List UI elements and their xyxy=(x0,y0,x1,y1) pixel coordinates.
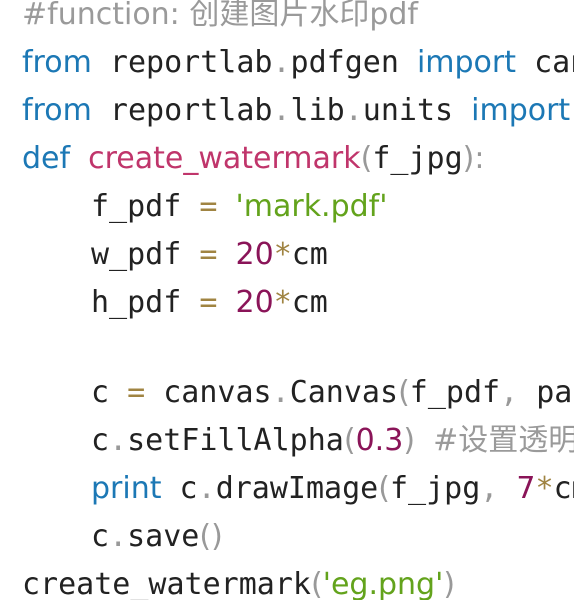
code-token: ( xyxy=(310,567,323,600)
code-token: 20 xyxy=(235,237,274,272)
code-token: 0.3 xyxy=(355,423,404,458)
code-token: * xyxy=(273,237,292,272)
code-token: . xyxy=(272,93,291,128)
code-token: = xyxy=(199,189,218,224)
code-token: #设置透明度 xyxy=(433,423,574,458)
code-line-set-fill-alpha: c.setFillAlpha(0.3) #设置透明度 xyxy=(22,421,574,461)
code-line-h-pdf: h_pdf = 20*cm xyxy=(22,283,328,323)
code-token: . xyxy=(197,471,216,506)
code-token: f_pdf xyxy=(409,375,501,410)
code-token: pagesize xyxy=(536,375,574,410)
code-token: from xyxy=(22,93,92,128)
code-token: = xyxy=(199,237,218,272)
code-line-import-canvas: from reportlab.pdfgen import canvas xyxy=(22,43,574,83)
code-token: lib xyxy=(290,93,345,128)
code-token: () xyxy=(199,519,223,554)
code-token: 'mark.pdf' xyxy=(235,189,388,224)
code-token: cm xyxy=(553,471,574,506)
code-token: from xyxy=(22,45,92,80)
code-editor[interactable]: #function: 创建图片水印pdf from reportlab.pdfg… xyxy=(0,0,574,600)
code-token: print xyxy=(91,471,162,506)
code-token: cm xyxy=(570,93,574,128)
code-token: create_watermark xyxy=(88,141,361,176)
code-line-f-pdf: f_pdf = 'mark.pdf' xyxy=(22,187,388,227)
code-token: save xyxy=(127,519,200,554)
code-token: canvas xyxy=(534,45,574,80)
code-token: . xyxy=(109,423,128,458)
code-token: reportlab xyxy=(91,93,273,128)
code-token: 7 xyxy=(516,471,536,506)
code-token: ( xyxy=(378,471,390,506)
code-token: reportlab xyxy=(91,45,273,80)
code-token: . xyxy=(344,93,363,128)
code-token: f_jpg xyxy=(389,471,481,506)
code-token: cm xyxy=(291,237,328,272)
code-token: ): xyxy=(462,141,485,176)
code-token: * xyxy=(273,285,292,320)
code-token: c xyxy=(161,471,198,506)
code-line-w-pdf: w_pdf = 20*cm xyxy=(22,235,328,275)
code-token: , xyxy=(480,471,499,506)
code-token: h_pdf xyxy=(91,285,200,320)
code-token: f_pdf xyxy=(91,189,200,224)
code-line-def: def create_watermark(f_jpg): xyxy=(22,139,484,179)
code-token: . xyxy=(272,45,291,80)
code-token: units xyxy=(362,93,472,128)
code-token: ( xyxy=(398,375,410,410)
code-token: def xyxy=(22,141,71,176)
code-token: f_jpg xyxy=(372,141,463,176)
code-token: 'eg.png' xyxy=(322,567,444,600)
code-token: ( xyxy=(360,141,373,176)
code-line-call: create_watermark('eg.png') xyxy=(22,565,455,600)
code-token: drawImage xyxy=(215,471,379,506)
code-token: * xyxy=(535,471,554,506)
code-token: setFillAlpha xyxy=(127,423,344,458)
code-token: ( xyxy=(343,423,356,458)
code-token: = xyxy=(199,285,218,320)
code-token: import xyxy=(416,45,517,80)
code-token: . xyxy=(109,519,128,554)
code-token: = xyxy=(127,375,146,410)
code-token: ) xyxy=(443,567,456,600)
code-token: 20 xyxy=(235,285,274,320)
code-line-save: c.save() xyxy=(22,517,223,557)
code-token: create_watermark xyxy=(22,567,311,600)
code-token: , xyxy=(500,375,519,410)
code-line-import-units: from reportlab.lib.units import cm xyxy=(22,91,574,131)
code-token: ) xyxy=(403,423,416,458)
code-token: c xyxy=(91,423,110,458)
code-token: c xyxy=(91,375,128,410)
code-token: . xyxy=(271,375,290,410)
code-line-draw-image: print c.drawImage(f_jpg, 7*cm, 7 xyxy=(22,469,574,509)
code-token: import xyxy=(471,93,571,128)
code-token: cm xyxy=(291,285,328,320)
code-token: canvas xyxy=(145,375,272,410)
code-token: pdfgen xyxy=(290,45,417,80)
code-line-comment-header: #function: 创建图片水印pdf xyxy=(22,0,418,35)
code-token: #function: 创建图片水印pdf xyxy=(22,0,418,32)
code-token: Canvas xyxy=(289,375,399,410)
code-line-canvas: c = canvas.Canvas(f_pdf, pagesize xyxy=(22,373,574,413)
code-token: c xyxy=(91,519,110,554)
code-token: w_pdf xyxy=(91,237,200,272)
